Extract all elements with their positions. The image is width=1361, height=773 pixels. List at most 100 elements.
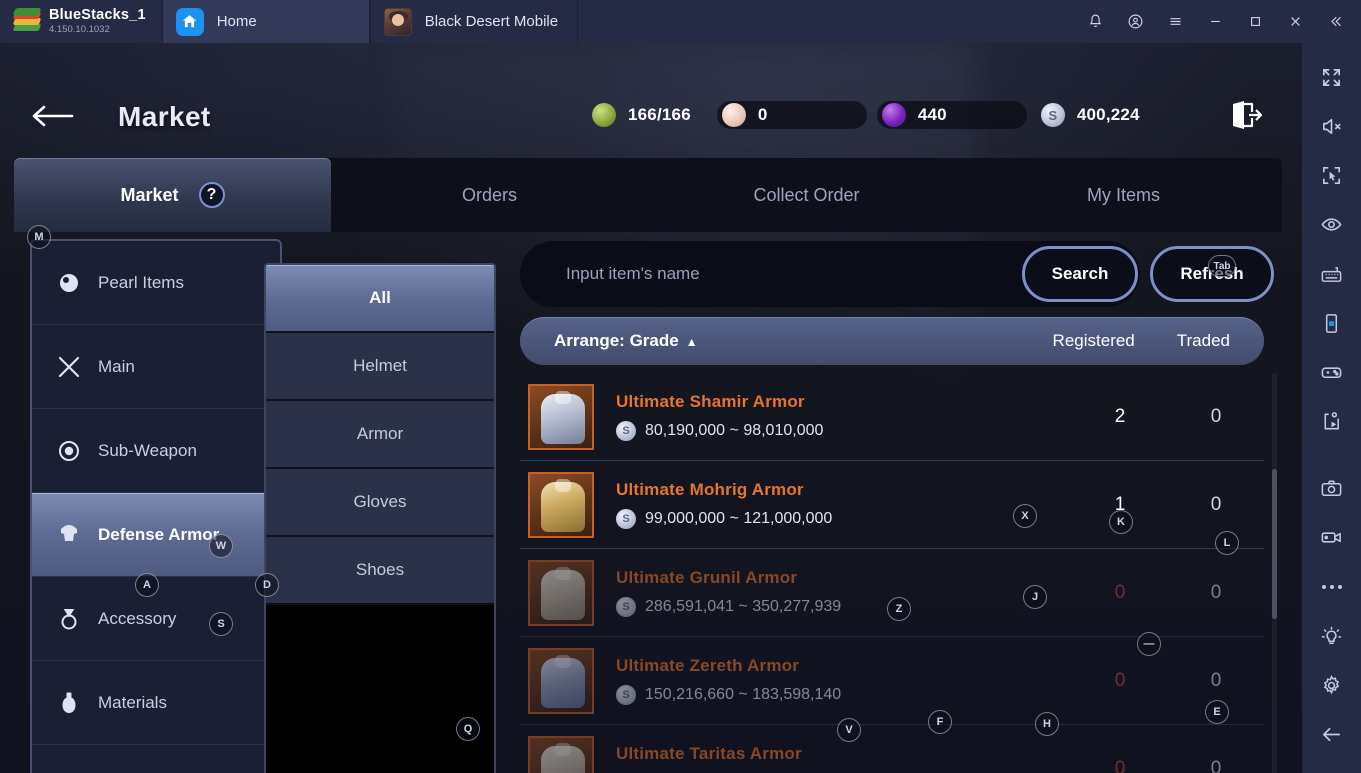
item-traded-count: 0 <box>1210 757 1222 773</box>
category-main-label: Main <box>98 356 135 376</box>
item-traded-count: 0 <box>1210 405 1222 427</box>
keyboard-hint-e: E <box>1205 700 1229 724</box>
tab-game-label: Black Desert Mobile <box>424 13 559 30</box>
tab-home[interactable]: Home <box>161 0 370 43</box>
item-name: Ultimate Taritas Armor <box>616 744 802 763</box>
close-icon[interactable] <box>1275 0 1315 43</box>
item-name: Ultimate Mohrig Armor <box>616 480 804 499</box>
bluestacks-brand: BlueStacks_1 4.150.10.1032 <box>0 0 162 43</box>
game-viewport: Market 166/166 0 440 400,224 <box>0 43 1302 773</box>
search-button[interactable]: Search <box>1022 246 1138 302</box>
keyboard-hint-v: V <box>837 718 861 742</box>
item-registered-count: 0 <box>1114 669 1126 691</box>
eye-icon[interactable] <box>1302 200 1361 249</box>
keyboard-hint-h: H <box>1035 712 1059 736</box>
keyboard-hint-tab: Tab <box>1208 255 1236 277</box>
item-price-range: 150,216,660 ~ 183,598,140 <box>645 686 842 703</box>
silver-coin-icon <box>616 685 636 705</box>
item-list[interactable]: Ultimate Shamir Armor 80,190,000 ~ 98,01… <box>520 373 1264 773</box>
category-main[interactable]: Main <box>32 325 280 409</box>
keyboard-hint-—: — <box>1137 632 1161 656</box>
exit-door-icon[interactable] <box>1226 97 1270 137</box>
ellipsis-icon[interactable] <box>1302 562 1361 611</box>
maximize-icon[interactable] <box>1235 0 1275 43</box>
keyboard-hint-z: Z <box>887 597 911 621</box>
tab-market[interactable]: Market ? <box>14 158 331 232</box>
category-defense-armor[interactable]: Defense Armor <box>32 493 280 577</box>
pearl-item-icon <box>56 270 82 296</box>
hamburger-icon[interactable] <box>1155 0 1195 43</box>
script-play-icon[interactable] <box>1302 397 1361 446</box>
search-row: Search Refresh <box>520 239 1282 309</box>
phone-screen-icon[interactable] <box>1302 299 1361 348</box>
keyboard-hint-q: Q <box>456 717 480 741</box>
keyboard-hint-w: W <box>209 534 233 558</box>
list-scrollbar[interactable] <box>1272 373 1277 773</box>
sort-label: Arrange: Grade <box>554 331 679 350</box>
user-circle-icon[interactable] <box>1115 0 1155 43</box>
video-camera-icon[interactable] <box>1302 513 1361 562</box>
currency-bar: 166/166 0 440 400,224 <box>588 101 1156 129</box>
scrollbar-thumb[interactable] <box>1272 469 1277 619</box>
item-name: Ultimate Grunil Armor <box>616 568 798 587</box>
table-row[interactable]: Ultimate Mohrig Armor 99,000,000 ~ 121,0… <box>520 461 1264 549</box>
keyboard-icon[interactable] <box>1302 249 1361 298</box>
gear-icon[interactable] <box>1302 661 1361 710</box>
tab-orders[interactable]: Orders <box>331 158 648 232</box>
category-materials-label: Materials <box>98 692 167 712</box>
armor-icon <box>56 522 82 548</box>
column-traded: Traded <box>1176 331 1230 350</box>
table-row[interactable]: Ultimate Shamir Armor 80,190,000 ~ 98,01… <box>520 373 1264 461</box>
contribution-value: 0 <box>757 105 768 124</box>
category-pearl-items-label: Pearl Items <box>98 272 184 292</box>
keyboard-hint-d: D <box>255 573 279 597</box>
camera-icon[interactable] <box>1302 464 1361 513</box>
pearl-orb-icon <box>881 103 906 127</box>
arrange-bar: Arrange: Grade ▲ Registered Traded <box>520 317 1264 365</box>
category-sub-weapon-label: Sub-Weapon <box>98 440 197 460</box>
table-row[interactable]: Ultimate Taritas Armor 0 0 <box>520 725 1264 773</box>
subcategory-all[interactable]: All <box>266 265 494 333</box>
keyboard-hint-x: X <box>1013 504 1037 528</box>
fullscreen-icon[interactable] <box>1302 53 1361 102</box>
arrow-left-icon[interactable] <box>1302 710 1361 759</box>
pearl-value: 440 <box>917 105 947 124</box>
sort-toggle[interactable]: Arrange: Grade ▲ <box>520 331 698 351</box>
subcategory-shoes[interactable]: Shoes <box>266 537 494 605</box>
subcategory-armor[interactable]: Armor <box>266 401 494 469</box>
market-tab-row: Market ? Orders Collect Order My Items <box>14 158 1282 232</box>
sort-direction-icon: ▲ <box>685 335 698 349</box>
table-row[interactable]: Ultimate Grunil Armor 286,591,041 ~ 350,… <box>520 549 1264 637</box>
back-arrow-icon[interactable] <box>28 99 76 133</box>
keyboard-hint-m: M <box>27 225 51 249</box>
keyboard-hint-a: A <box>135 573 159 597</box>
tab-collect-order[interactable]: Collect Order <box>648 158 965 232</box>
help-icon[interactable]: ? <box>198 182 225 208</box>
category-pearl-items[interactable]: Pearl Items <box>32 241 280 325</box>
subcategory-helmet[interactable]: Helmet <box>266 333 494 401</box>
silver-coin-icon <box>616 509 636 529</box>
category-sub-weapon[interactable]: Sub-Weapon <box>32 409 280 493</box>
item-registered-count: 0 <box>1114 581 1126 603</box>
speaker-mute-icon[interactable] <box>1302 102 1361 151</box>
item-name: Ultimate Shamir Armor <box>616 392 805 411</box>
keyboard-hint-l: L <box>1215 531 1239 555</box>
bell-icon[interactable] <box>1075 0 1115 43</box>
category-materials[interactable]: Materials <box>32 661 280 745</box>
category-enhancement[interactable]: Enhancement <box>32 745 280 773</box>
item-price-range: 99,000,000 ~ 121,000,000 <box>645 510 833 527</box>
energy-orb-icon <box>592 103 616 127</box>
gamepad-icon[interactable] <box>1302 348 1361 397</box>
tab-my-items[interactable]: My Items <box>965 158 1282 232</box>
lightbulb-icon[interactable] <box>1302 612 1361 661</box>
chevron-double-left-icon[interactable] <box>1315 0 1355 43</box>
crosshair-cursor-icon[interactable] <box>1302 151 1361 200</box>
window-controls <box>1075 0 1361 43</box>
minimize-icon[interactable] <box>1195 0 1235 43</box>
tab-black-desert-mobile[interactable]: Black Desert Mobile <box>369 0 578 43</box>
subcategory-gloves[interactable]: Gloves <box>266 469 494 537</box>
keyboard-hint-s: S <box>209 612 233 636</box>
keyboard-hint-k: K <box>1109 510 1133 534</box>
item-traded-count: 0 <box>1210 493 1222 515</box>
item-price-range: 286,591,041 ~ 350,277,939 <box>645 598 842 615</box>
